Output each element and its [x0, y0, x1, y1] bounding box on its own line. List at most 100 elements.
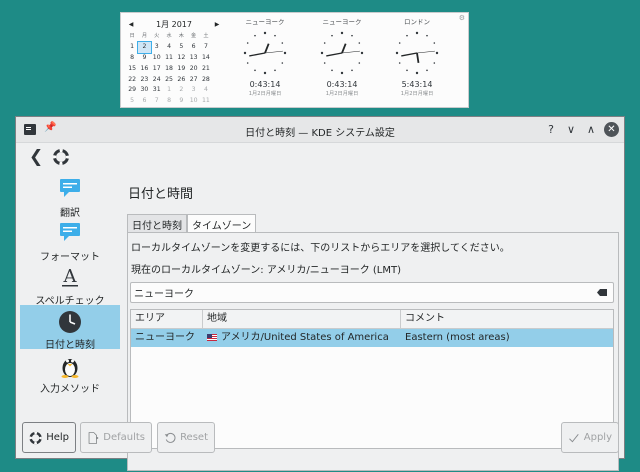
- calendar-day[interactable]: 21: [200, 64, 212, 75]
- calendar-day[interactable]: 5: [126, 96, 138, 107]
- calendar-day[interactable]: 4: [200, 85, 212, 96]
- calendar-day[interactable]: 28: [200, 75, 212, 86]
- calendar-day[interactable]: 7: [151, 96, 163, 107]
- world-clock: ニューヨーク 0:43:14 1月2日月曜日: [306, 17, 378, 97]
- calendar-day[interactable]: 29: [126, 85, 138, 96]
- sidebar-item-formats[interactable]: フォーマット: [20, 217, 120, 263]
- world-clock: ニューヨーク 0:43:14 1月2日月曜日: [229, 17, 301, 97]
- calendar-day[interactable]: 11: [163, 53, 175, 64]
- sidebar-item-spellcheck[interactable]: A スペルチェック: [20, 261, 120, 307]
- calendar-day[interactable]: 22: [126, 75, 138, 86]
- clock-tick: [426, 34, 428, 37]
- calendar-day[interactable]: 1: [163, 85, 175, 96]
- clock-tick: [398, 42, 401, 44]
- analog-clock-face: [243, 31, 287, 75]
- calendar-weekday: 木: [178, 33, 184, 39]
- clock-tick: [281, 62, 284, 64]
- sidebar-item-date-time[interactable]: 日付と時刻: [20, 305, 120, 351]
- reset-button[interactable]: Reset: [157, 422, 215, 453]
- calendar-weekday: 火: [154, 33, 160, 39]
- content-area: 日付と時間 日付と時刻 タイムゾーン ローカルタイムゾーンを変更するには、下のリ…: [122, 173, 620, 471]
- reset-button-label: Reset: [180, 432, 208, 443]
- calendar-day[interactable]: 18: [163, 64, 175, 75]
- checkmark-icon: [569, 433, 579, 442]
- column-header-area[interactable]: エリア: [131, 310, 203, 328]
- calendar-day[interactable]: 2: [137, 40, 152, 54]
- close-icon[interactable]: ✕: [604, 122, 619, 137]
- clock-tick: [320, 51, 324, 55]
- calendar-day[interactable]: 10: [187, 96, 199, 107]
- calendar-day[interactable]: 26: [175, 75, 187, 86]
- title-bar[interactable]: 📌 日付と時刻 — KDE システム設定 ? ∨ ∧ ✕: [16, 117, 624, 143]
- clock-tick: [263, 31, 267, 35]
- calendar-day[interactable]: 24: [151, 75, 163, 86]
- calendar-day[interactable]: 30: [138, 85, 150, 96]
- defaults-button[interactable]: Defaults: [80, 422, 152, 453]
- calendar-day[interactable]: 4: [163, 42, 175, 53]
- calendar-day[interactable]: 6: [138, 96, 150, 107]
- calendar-day[interactable]: 2: [175, 85, 187, 96]
- clock-tick: [358, 42, 361, 44]
- calendar-day[interactable]: 13: [187, 53, 199, 64]
- calendar-day[interactable]: 7: [200, 42, 212, 53]
- analog-clock-face: [320, 31, 364, 75]
- cell-region-text: アメリカ/United States of America: [221, 332, 389, 343]
- timezone-search-input[interactable]: [130, 282, 614, 303]
- calendar-day[interactable]: 12: [175, 53, 187, 64]
- help-button[interactable]: Help: [22, 422, 76, 453]
- calendar-day[interactable]: 27: [187, 75, 199, 86]
- configure-icon[interactable]: ⚙: [459, 14, 465, 22]
- sidebar-item-input-method[interactable]: 入力メソッド: [20, 349, 120, 395]
- column-header-region[interactable]: 地域: [203, 310, 401, 328]
- calendar-day[interactable]: 17: [151, 64, 163, 75]
- maximize-icon[interactable]: ∧: [584, 121, 598, 138]
- column-header-comment[interactable]: コメント: [401, 310, 613, 328]
- window-controls: ? ∨ ∧ ✕: [544, 121, 619, 138]
- tab-date-time[interactable]: 日付と時刻: [127, 214, 187, 232]
- calendar-day[interactable]: 1: [126, 42, 138, 53]
- tab-timezone[interactable]: タイムゾーン: [187, 214, 257, 232]
- calendar-day[interactable]: 15: [126, 64, 138, 75]
- clock-tick: [415, 71, 419, 75]
- calendar-day[interactable]: 5: [175, 42, 187, 53]
- help-icon[interactable]: ?: [544, 121, 558, 138]
- clock-tick: [243, 51, 247, 55]
- apply-button[interactable]: Apply: [561, 422, 619, 453]
- clock-tick: [281, 42, 284, 44]
- calendar-day[interactable]: 3: [187, 85, 199, 96]
- tux-icon: [61, 359, 79, 378]
- clock-tick: [351, 34, 353, 37]
- clock-tick: [331, 69, 333, 72]
- clock-time: 0:43:14: [326, 80, 358, 89]
- table-row[interactable]: ニューヨーク アメリカ/United States of America Eas…: [131, 329, 613, 347]
- cell-comment: Eastern (most areas): [405, 332, 510, 343]
- analog-clock-face: [395, 31, 439, 75]
- calendar-day[interactable]: 20: [187, 64, 199, 75]
- calendar-day[interactable]: 14: [200, 53, 212, 64]
- calendar-day[interactable]: 16: [138, 64, 150, 75]
- next-month-icon[interactable]: ▶: [213, 21, 221, 28]
- system-settings-window: 📌 日付と時刻 — KDE システム設定 ? ∨ ∧ ✕ ❮ 翻訳 フォーマット…: [15, 116, 625, 471]
- spellcheck-icon: A: [62, 266, 78, 287]
- clock-city: ニューヨーク: [245, 18, 285, 26]
- clock-time: 5:43:14: [401, 80, 433, 89]
- category-sidebar: 翻訳 フォーマット A スペルチェック 日付と時刻 入力メソッド: [20, 173, 120, 395]
- calendar-day[interactable]: 6: [187, 42, 199, 53]
- sidebar-item-translations[interactable]: 翻訳: [20, 173, 120, 219]
- calendar-day[interactable]: 11: [200, 96, 212, 107]
- calendar-day[interactable]: 9: [138, 53, 150, 64]
- previous-month-icon[interactable]: ◀: [127, 21, 135, 28]
- lifebuoy-icon[interactable]: [53, 149, 69, 165]
- back-arrow-icon[interactable]: ❮: [29, 147, 43, 167]
- calendar-day[interactable]: 31: [151, 85, 163, 96]
- calendar-day[interactable]: 10: [151, 53, 163, 64]
- calendar-day[interactable]: 8: [126, 53, 138, 64]
- hour-hand: [264, 43, 270, 54]
- calendar-day[interactable]: 25: [163, 75, 175, 86]
- calendar-day[interactable]: 23: [138, 75, 150, 86]
- minimize-icon[interactable]: ∨: [564, 121, 578, 138]
- calendar-day[interactable]: 9: [175, 96, 187, 107]
- calendar-day[interactable]: 3: [151, 42, 163, 53]
- calendar-day[interactable]: 19: [175, 64, 187, 75]
- calendar-day[interactable]: 8: [163, 96, 175, 107]
